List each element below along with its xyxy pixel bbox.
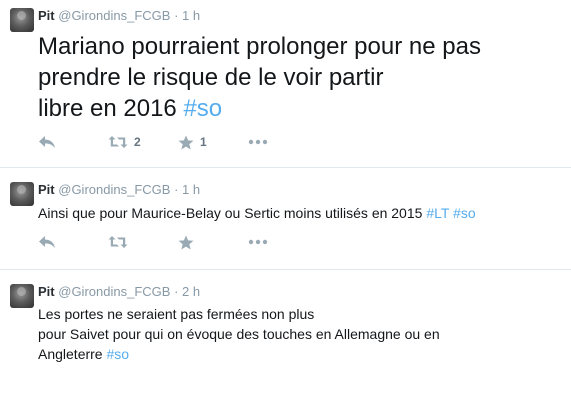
favorite-button[interactable] [178, 232, 248, 252]
star-icon [178, 135, 194, 149]
hashtag-link[interactable]: #so [183, 95, 222, 122]
reply-icon [39, 236, 55, 248]
tweet-header: Pit @Girondins_FCGB · 1 h [38, 8, 200, 24]
tweet-text-line: libre en 2016 [38, 95, 184, 122]
separator-dot: · [174, 182, 179, 197]
tweet-text: Ainsi que pour Maurice-Belay ou Sertic m… [38, 203, 561, 223]
hashtag-link[interactable]: #so [453, 205, 476, 221]
tweet-text: Les portes ne seraient pas fermées non p… [38, 304, 561, 364]
more-button[interactable] [248, 132, 318, 152]
tweet-3: Pit @Girondins_FCGB · 2 h Les portes ne … [0, 270, 571, 407]
tweet-header: Pit @Girondins_FCGB · 1 h [38, 182, 200, 198]
more-button[interactable] [248, 232, 318, 252]
tweet-text-body: Ainsi que pour Maurice-Belay ou Sertic m… [38, 205, 427, 221]
retweet-icon [108, 136, 128, 148]
user-name[interactable]: Pit [38, 8, 55, 23]
tweet-text-line: prendre le risque de le voir partir [38, 64, 384, 91]
user-name[interactable]: Pit [38, 182, 55, 197]
more-icon [248, 239, 268, 245]
favorite-button[interactable]: 1 [178, 132, 248, 152]
separator-dot: · [174, 284, 179, 299]
avatar[interactable] [10, 182, 34, 206]
tweet-text: Mariano pourraient prolonger pour ne pas… [38, 31, 561, 124]
retweet-icon [108, 236, 128, 248]
favorite-count: 1 [200, 135, 207, 149]
reply-button[interactable] [38, 132, 108, 152]
tweet-actions: 2 1 [38, 132, 318, 152]
star-icon [178, 235, 194, 249]
reply-icon [39, 136, 55, 148]
tweet-text-line: Mariano pourraient prolonger pour ne pas [38, 33, 481, 60]
user-handle[interactable]: @Girondins_FCGB [58, 8, 170, 23]
timestamp[interactable]: 1 h [182, 182, 200, 197]
tweet-2: Pit @Girondins_FCGB · 1 h Ainsi que pour… [0, 168, 571, 270]
hashtag-link[interactable]: #so [106, 346, 129, 362]
user-handle[interactable]: @Girondins_FCGB [58, 182, 170, 197]
tweet-text-line: Angleterre [38, 346, 107, 362]
user-handle[interactable]: @Girondins_FCGB [58, 284, 170, 299]
avatar[interactable] [10, 8, 34, 32]
tweet-header: Pit @Girondins_FCGB · 2 h [38, 284, 200, 300]
reply-button[interactable] [38, 232, 108, 252]
timestamp[interactable]: 2 h [182, 284, 200, 299]
avatar[interactable] [10, 284, 34, 308]
hashtag-link[interactable]: #LT [426, 205, 449, 221]
tweet-text-line: pour Saivet pour qui on évoque des touch… [38, 326, 440, 342]
retweet-count: 2 [134, 135, 141, 149]
more-icon [248, 139, 268, 145]
tweet-actions [38, 232, 318, 252]
retweet-button[interactable]: 2 [108, 132, 178, 152]
tweet-1: Pit @Girondins_FCGB · 1 h Mariano pourra… [0, 0, 571, 168]
retweet-button[interactable] [108, 232, 178, 252]
tweet-text-line: Les portes ne seraient pas fermées non p… [38, 306, 315, 322]
timestamp[interactable]: 1 h [182, 8, 200, 23]
user-name[interactable]: Pit [38, 284, 55, 299]
separator-dot: · [174, 8, 179, 23]
